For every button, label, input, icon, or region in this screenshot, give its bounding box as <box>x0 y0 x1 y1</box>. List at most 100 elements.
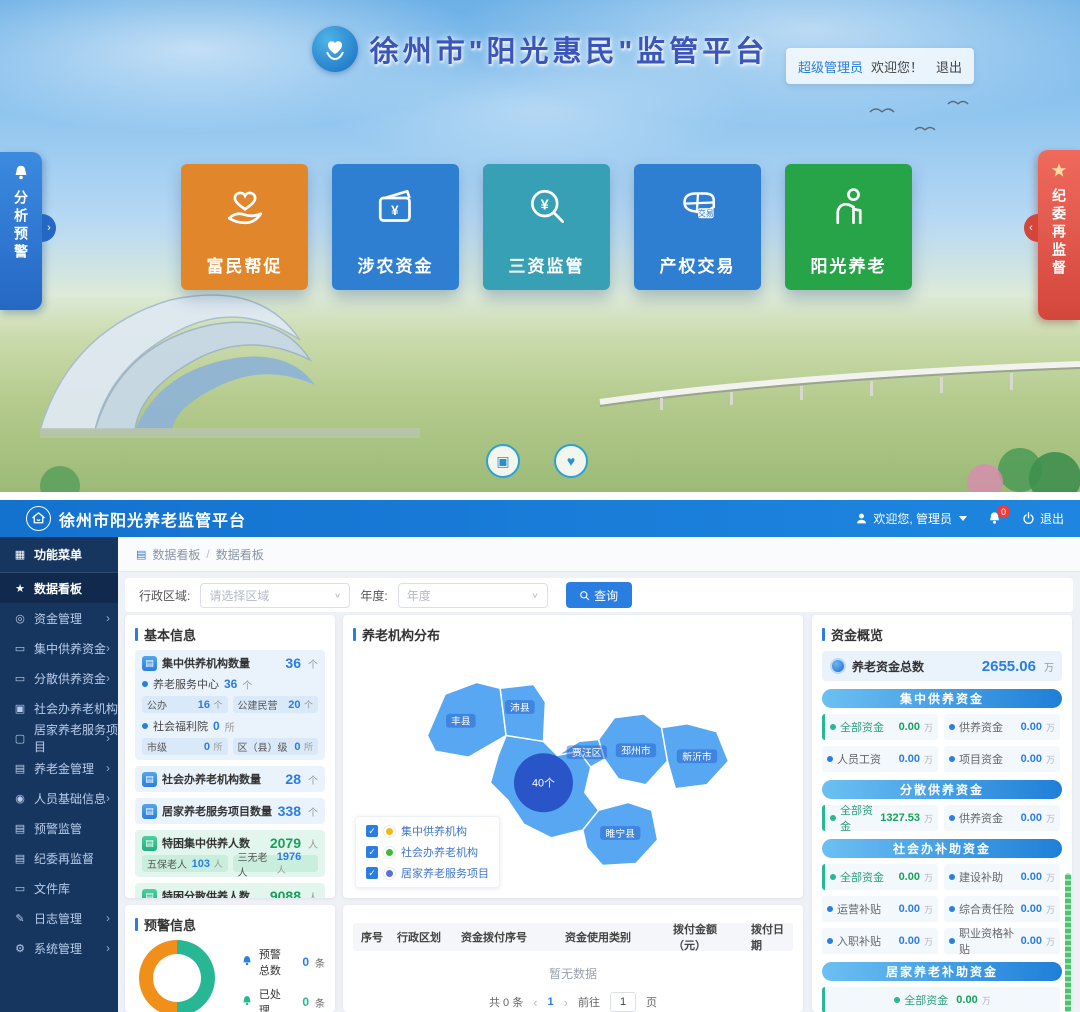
fund-dot <box>949 938 955 944</box>
hero-tile-label: 富民帮促 <box>207 252 283 277</box>
party-emblem-icon <box>1050 162 1068 180</box>
hero-tile-label: 产权交易 <box>660 252 736 277</box>
sidebar-item-label: 人员基础信息 <box>34 790 106 807</box>
fund-dot <box>949 815 955 821</box>
hero-tiles: 富民帮促 ¥涉农资金¥三资监管交易产权交易阳光养老 <box>181 164 912 290</box>
building-icon: ▣ <box>13 702 27 715</box>
fund-label: 供养资金 <box>959 810 1003 826</box>
sidebar-item-社会办养老机构[interactable]: ▣社会办养老机构› <box>0 693 118 723</box>
person-icon: ◉ <box>13 792 27 805</box>
bullet-dot <box>142 681 148 687</box>
checkbox-checked-icon[interactable]: ✓ <box>366 825 378 837</box>
pin-green-icon <box>384 847 395 858</box>
map-legend-label: 社会办养老机构 <box>401 844 478 860</box>
coins-icon: ◎ <box>13 612 27 625</box>
chevron-right-icon: › <box>106 761 110 775</box>
fund-cell-全部资金: 全部资金0.00万 <box>822 714 938 740</box>
folder-icon: ▭ <box>13 672 27 685</box>
year-select[interactable]: 年度 ∨ <box>398 583 548 608</box>
map-legend-item-社会办养老机构[interactable]: ✓ 社会办养老机构 <box>366 844 489 860</box>
pin-yellow-icon <box>384 826 395 837</box>
fund-section-band-分散供养资金: 分散供养资金 <box>822 780 1062 799</box>
fund-cell-建设补助: 建设补助0.00万 <box>944 864 1060 890</box>
warning-info-panel: 预警信息 已处理未处理 预警总数0条已处理0条未处理0条 <box>125 905 335 1012</box>
log-icon: ✎ <box>13 912 27 925</box>
map-legend-item-居家养老服务项目[interactable]: ✓居家养老服务项目 <box>366 865 489 881</box>
sidebar-item-日志管理[interactable]: ✎日志管理› <box>0 903 118 933</box>
page: 徐州市"阳光惠民"监管平台 超级管理员 欢迎您！ 退出 富民帮促 ¥涉农资金¥三资… <box>0 0 1080 1012</box>
warning-stat-label: 已处理 <box>259 986 286 1012</box>
info-chip-公建民营: 公建民营20 个 <box>233 696 319 713</box>
sidebar-item-资金管理[interactable]: ◎资金管理› <box>0 603 118 633</box>
hero-tile-富民帮促[interactable]: 富民帮促 <box>181 164 308 290</box>
district-label-新沂市: 新沂市 <box>682 750 712 763</box>
district-label-睢宁县: 睢宁县 <box>605 827 635 840</box>
table-pagination: 共 0 条 ‹ 1 › 前往 页 <box>353 992 793 1012</box>
hero-tile-三资监管[interactable]: ¥三资监管 <box>483 164 610 290</box>
fund-label: 入职补贴 <box>837 933 881 949</box>
fund-dot <box>949 724 955 730</box>
query-button[interactable]: 查询 <box>566 582 632 608</box>
checkbox-checked-icon[interactable]: ✓ <box>366 867 378 879</box>
chip-label: 公办 <box>147 697 167 712</box>
fund-unit: 万 <box>982 994 991 1007</box>
fund-value: 0.00 <box>956 994 977 1006</box>
hero-logout-button[interactable]: 退出 <box>936 57 962 76</box>
hero-title: 徐州市"阳光惠民"监管平台 <box>370 28 769 70</box>
info-card-header: ▤集中供养机构数量36个 <box>142 655 318 671</box>
chip-label: 公建民营 <box>238 697 278 712</box>
right-banner-expand-arrow[interactable]: ‹ <box>1024 214 1038 242</box>
info-card-title: 特困分散供养人数 <box>162 888 250 898</box>
info-chip-公办: 公办16 个 <box>142 696 228 713</box>
hero-tile-涉农资金[interactable]: ¥涉农资金 <box>332 164 459 290</box>
coin-icon <box>830 658 846 674</box>
sidebar-item-集中供养资金[interactable]: ▭集中供养资金› <box>0 633 118 663</box>
pagination-page-1[interactable]: 1 <box>548 996 554 1008</box>
fund-cells: 全部资金0.00万建设补助0.00万运营补贴0.00万综合责任险0.00万入职补… <box>822 864 1062 954</box>
map-bubble-label: 40个 <box>532 777 555 790</box>
checkbox-checked-icon[interactable]: ✓ <box>366 846 378 858</box>
notifications-button[interactable]: 0 <box>987 511 1002 526</box>
funds-scrollbar[interactable] <box>1065 873 1071 1012</box>
pagination-next-button[interactable]: › <box>564 995 568 1010</box>
heart-care-icon[interactable]: ♥ <box>554 444 588 478</box>
user-role: 超级管理员 <box>798 57 863 76</box>
analysis-warning-banner[interactable]: 分析预警 <box>0 152 42 310</box>
fund-section-band-社会办补助资金: 社会办补助资金 <box>822 839 1062 858</box>
hero-user-box: 超级管理员 欢迎您！ 退出 <box>786 48 974 84</box>
chip-unit: 所 <box>211 742 223 752</box>
sidebar-item-分散供养资金[interactable]: ▭分散供养资金› <box>0 663 118 693</box>
bullet-value: 36 <box>224 677 237 691</box>
sidebar-item-人员基础信息[interactable]: ◉人员基础信息› <box>0 783 118 813</box>
breadcrumb-item[interactable]: 数据看板 <box>152 546 200 563</box>
fund-label: 全部资金 <box>840 719 884 735</box>
id-card-icon[interactable]: ▣ <box>486 444 520 478</box>
heart-hand-icon <box>218 180 272 239</box>
fund-label: 人员工资 <box>837 751 881 767</box>
sidebar-item-文件库[interactable]: ▭文件库 <box>0 873 118 903</box>
pagination-prev-button[interactable]: ‹ <box>533 995 537 1010</box>
fund-dot <box>827 756 833 762</box>
sidebar-item-养老金管理[interactable]: ▤养老金管理› <box>0 753 118 783</box>
map-legend-item-集中供养机构[interactable]: ✓集中供养机构 <box>366 823 489 839</box>
region-select[interactable]: 请选择区域 ∨ <box>200 583 350 608</box>
chip-value: 1976 人 <box>277 851 313 876</box>
fund-dot <box>949 906 955 912</box>
sidebar-item-数据看板[interactable]: ★数据看板 <box>0 573 118 603</box>
sidebar-item-label: 分散供养资金 <box>34 670 106 687</box>
fund-unit: 万 <box>1046 812 1055 825</box>
discipline-supervision-banner[interactable]: 纪委再监督 <box>1038 150 1080 320</box>
sidebar-item-系统管理[interactable]: ⚙系统管理› <box>0 933 118 963</box>
logout-button[interactable]: 退出 <box>1022 510 1064 527</box>
hero-tile-阳光养老[interactable]: 阳光养老 <box>785 164 912 290</box>
monitor-icon: ▢ <box>13 732 27 745</box>
pagination-goto-input[interactable] <box>610 992 636 1012</box>
left-banner-expand-arrow[interactable]: › <box>42 214 56 242</box>
user-menu[interactable]: 欢迎您, 管理员 <box>855 510 967 527</box>
warning-stat-已处理: 已处理0条 <box>241 986 325 1012</box>
sidebar-item-居家养老服务项目[interactable]: ▢居家养老服务项目› <box>0 723 118 753</box>
sidebar-item-预警监管[interactable]: ▤预警监管 <box>0 813 118 843</box>
sidebar-item-纪委再监督[interactable]: ▤纪委再监督 <box>0 843 118 873</box>
info-chip-row: 五保老人103 人三无老人1976 人 <box>142 855 318 872</box>
hero-tile-产权交易[interactable]: 交易产权交易 <box>634 164 761 290</box>
